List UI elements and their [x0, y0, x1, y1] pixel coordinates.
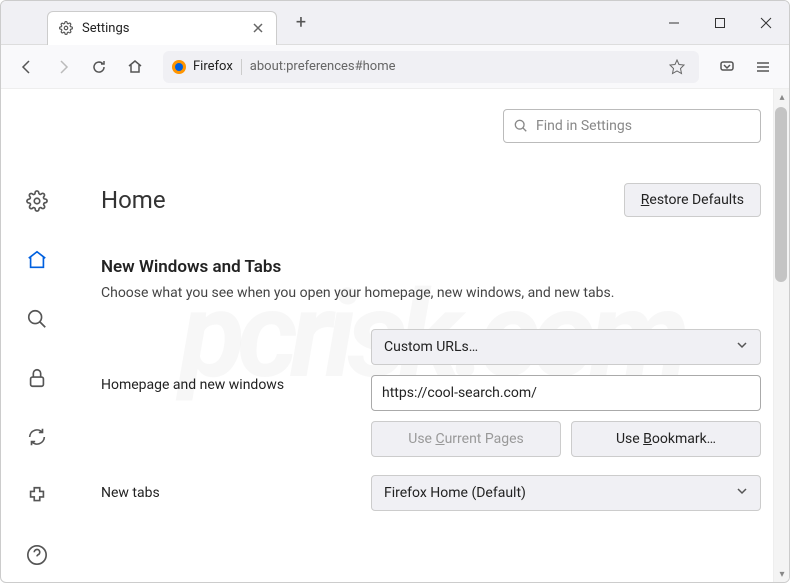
- settings-main: pcrisk.com Find in Settings Home Restore…: [73, 89, 789, 582]
- chevron-down-icon: [736, 339, 748, 355]
- sidebar-extensions-icon[interactable]: [19, 480, 55, 513]
- close-button[interactable]: [743, 1, 789, 45]
- titlebar: Settings +: [1, 1, 789, 45]
- forward-button[interactable]: [47, 51, 79, 83]
- page-title: Home: [101, 186, 166, 214]
- sidebar-search-icon[interactable]: [19, 302, 55, 335]
- url-bar[interactable]: Firefox about:preferences#home: [163, 51, 699, 83]
- bookmark-star-icon[interactable]: [663, 53, 691, 81]
- browser-tab[interactable]: Settings: [47, 11, 277, 45]
- newtabs-mode-select[interactable]: Firefox Home (Default): [371, 475, 761, 511]
- sidebar-help-icon[interactable]: [19, 539, 55, 572]
- pocket-icon[interactable]: [711, 51, 743, 83]
- settings-sidebar: [1, 89, 73, 582]
- identity-label: Firefox: [193, 59, 233, 74]
- minimize-button[interactable]: [651, 1, 697, 45]
- window-controls: [651, 1, 789, 45]
- back-button[interactable]: [11, 51, 43, 83]
- homepage-label: Homepage and new windows: [101, 329, 371, 393]
- chevron-down-icon: [736, 485, 748, 501]
- scroll-up-icon[interactable]: ▴: [774, 89, 789, 105]
- reload-button[interactable]: [83, 51, 115, 83]
- url-identity: Firefox: [171, 59, 242, 75]
- newtabs-label: New tabs: [101, 485, 371, 501]
- close-icon[interactable]: [250, 20, 266, 36]
- sidebar-privacy-icon[interactable]: [19, 361, 55, 394]
- homepage-mode-select[interactable]: Custom URLs…: [371, 329, 761, 365]
- search-icon: [514, 119, 528, 133]
- menu-button[interactable]: [747, 51, 779, 83]
- home-button[interactable]: [119, 51, 151, 83]
- url-text: about:preferences#home: [250, 59, 663, 74]
- scrollbar[interactable]: ▴ ▾: [773, 89, 789, 582]
- scroll-down-icon[interactable]: ▾: [774, 566, 789, 582]
- sidebar-sync-icon[interactable]: [19, 421, 55, 454]
- maximize-button[interactable]: [697, 1, 743, 45]
- homepage-url-input[interactable]: [371, 375, 761, 411]
- new-tab-button[interactable]: +: [287, 9, 315, 37]
- tab-title: Settings: [82, 21, 250, 36]
- gear-icon: [58, 20, 74, 36]
- newtabs-mode-value: Firefox Home (Default): [384, 485, 526, 501]
- use-bookmark-button[interactable]: Use Bookmark…: [571, 421, 761, 457]
- sidebar-home-icon[interactable]: [19, 243, 55, 276]
- restore-defaults-button[interactable]: Restore Defaults: [624, 183, 761, 217]
- sidebar-general-icon[interactable]: [19, 184, 55, 217]
- use-current-pages-button[interactable]: Use Current Pages: [371, 421, 561, 457]
- settings-search-input[interactable]: Find in Settings: [503, 109, 761, 143]
- toolbar: Firefox about:preferences#home: [1, 45, 789, 89]
- scroll-thumb[interactable]: [775, 107, 787, 282]
- search-placeholder: Find in Settings: [536, 118, 632, 134]
- homepage-mode-value: Custom URLs…: [384, 339, 478, 355]
- section-title: New Windows and Tabs: [101, 257, 761, 277]
- section-description: Choose what you see when you open your h…: [101, 285, 761, 301]
- firefox-icon: [171, 59, 187, 75]
